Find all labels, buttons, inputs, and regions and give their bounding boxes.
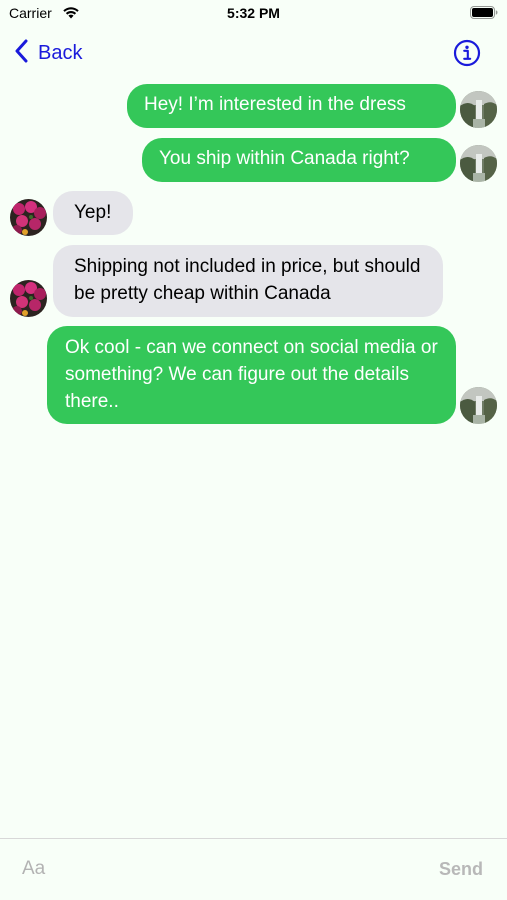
back-label: Back (38, 41, 83, 64)
my-avatar (460, 387, 497, 424)
message-text: Hey! I’m interested in the dress (144, 94, 406, 115)
message-bubble-received: Shipping not included in price, but shou… (53, 245, 443, 317)
my-avatar (460, 91, 497, 128)
message-bubble-sent: Ok cool - can we connect on social media… (47, 326, 456, 424)
message-bubble-received: Yep! (53, 191, 133, 235)
message-input[interactable] (0, 839, 420, 899)
info-button[interactable] (453, 39, 481, 67)
back-button[interactable]: Back (14, 36, 82, 70)
info-circle-icon (453, 39, 481, 71)
my-avatar (460, 145, 497, 182)
message-text: You ship within Canada right? (159, 148, 410, 169)
message-bubble-sent: Hey! I’m interested in the dress (127, 84, 456, 128)
nav-bar: Back (0, 36, 507, 70)
contact-avatar (10, 199, 47, 236)
message-text: Yep! (74, 202, 112, 223)
message-text: Ok cool - can we connect on social media… (65, 337, 438, 412)
status-bar: Carrier 5:32 PM (0, 0, 507, 28)
battery-icon (470, 6, 498, 24)
contact-avatar (10, 280, 47, 317)
message-text: Shipping not included in price, but shou… (74, 256, 421, 304)
message-bubble-sent: You ship within Canada right? (142, 138, 456, 182)
chevron-left-icon (14, 39, 28, 68)
composer-bar: Send (0, 838, 507, 900)
send-button[interactable]: Send (439, 859, 483, 880)
status-time: 5:32 PM (227, 5, 280, 21)
